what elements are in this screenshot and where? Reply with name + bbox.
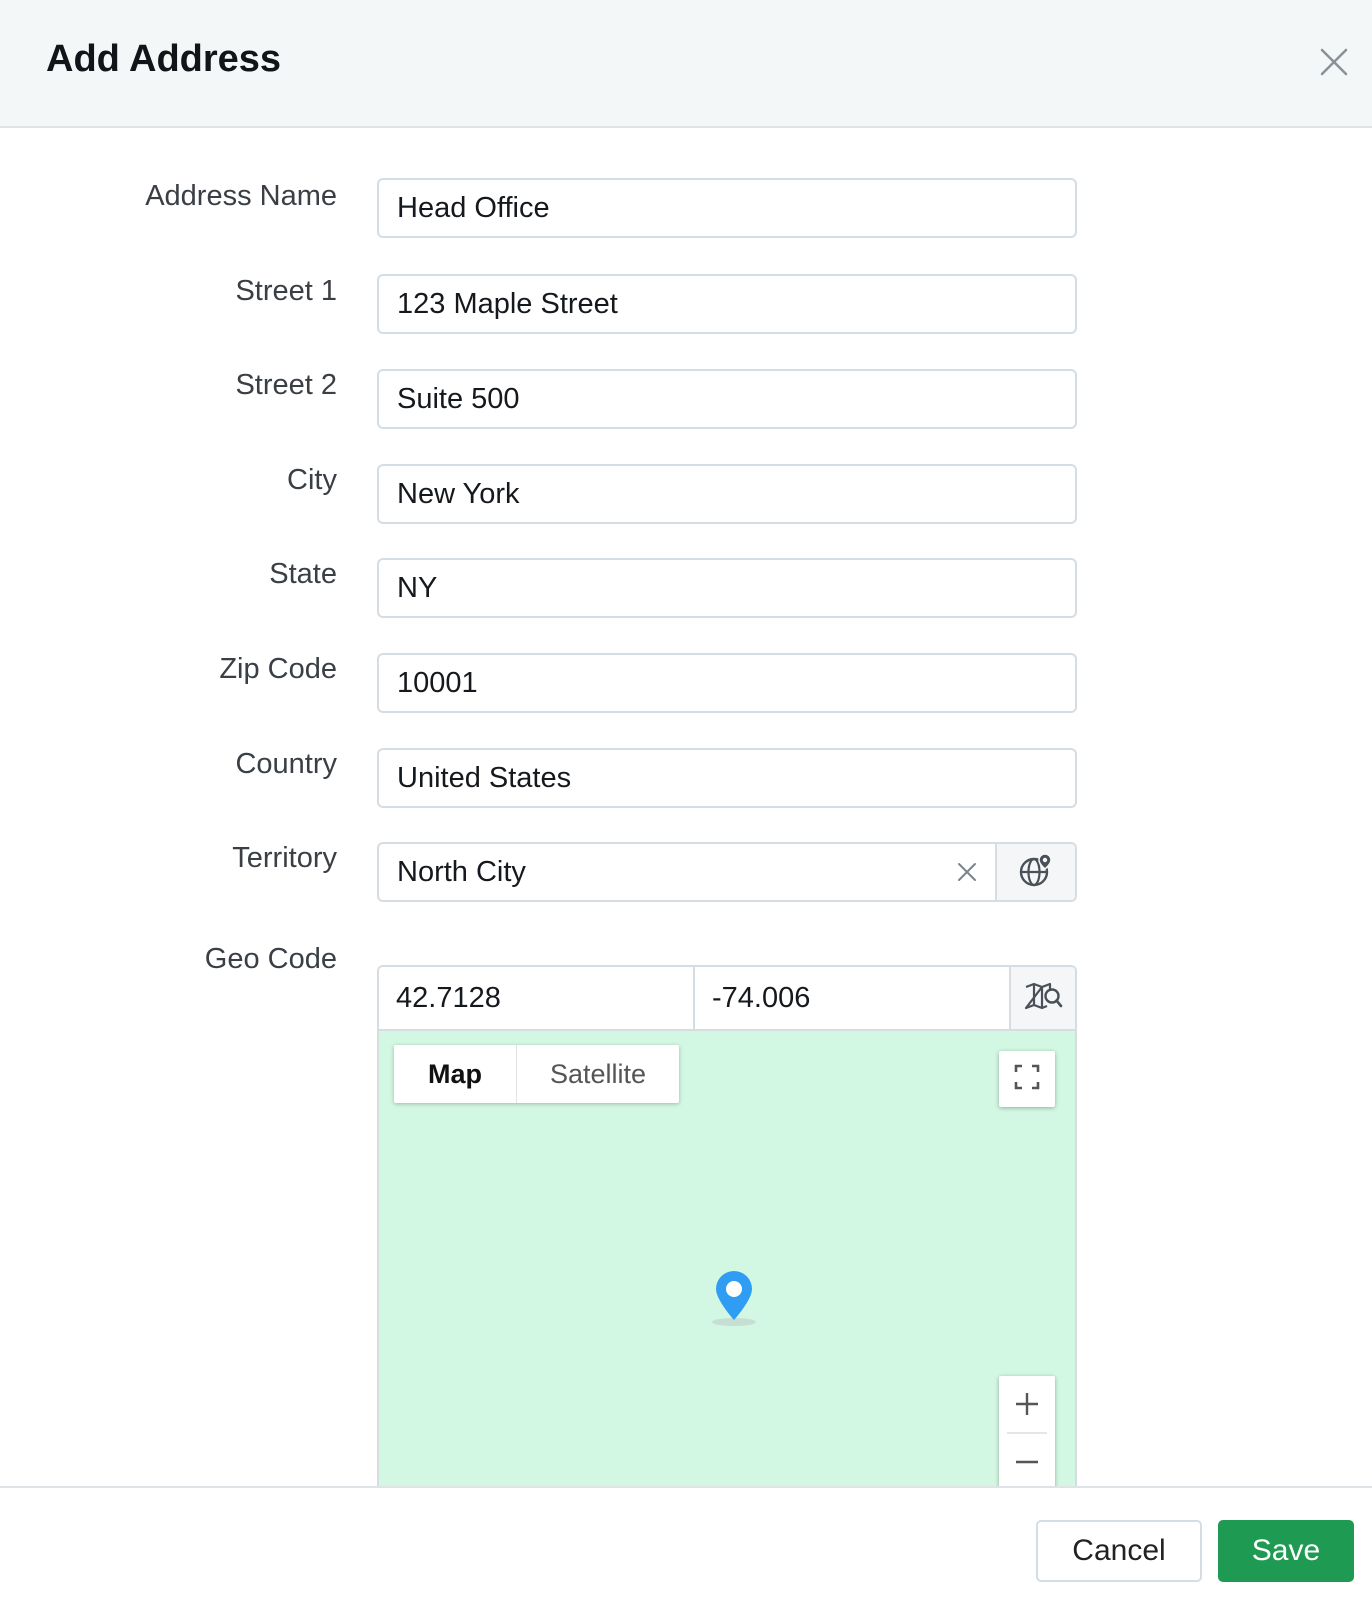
dialog-title: Add Address [46,38,282,80]
state-value: NY [397,572,438,604]
geo-code-inputs: 42.7128 -74.006 [379,967,1075,1031]
zip-code-label: Zip Code [219,653,337,685]
city-field[interactable]: New York [377,464,1077,524]
territory-label: Territory [232,842,337,874]
map-search-icon [1023,979,1063,1018]
geo-code-box: 42.7128 -74.006 Map Satellite [377,965,1077,1486]
street1-label: Street 1 [235,275,337,307]
map-pin-icon[interactable] [709,1269,759,1327]
cancel-button[interactable]: Cancel [1036,1520,1202,1582]
zip-code-value: 10001 [397,667,478,699]
zip-code-field[interactable]: 10001 [377,653,1077,713]
geo-search-button[interactable] [1011,967,1075,1029]
street2-label: Street 2 [235,369,337,401]
country-value: United States [397,762,572,794]
latitude-value: 42.7128 [396,982,501,1014]
longitude-field[interactable]: -74.006 [695,967,1011,1029]
longitude-value: -74.006 [712,982,811,1014]
dialog-header: Add Address [0,0,1372,128]
zoom-controls [999,1376,1055,1486]
map-view[interactable]: Map Satellite [379,1031,1075,1486]
geo-code-label: Geo Code [204,943,337,975]
street1-value: 123 Maple Street [397,288,618,320]
street2-value: Suite 500 [397,383,520,415]
address-name-value: Head Office [397,192,550,224]
zoom-out-button[interactable] [999,1434,1055,1486]
territory-field[interactable]: North City [377,842,1077,902]
fullscreen-icon [1013,1063,1041,1096]
city-value: New York [397,478,520,510]
save-button[interactable]: Save [1218,1520,1354,1582]
country-label: Country [235,748,337,780]
dialog-footer: Cancel Save [0,1486,1372,1602]
fullscreen-button[interactable] [999,1051,1055,1107]
territory-value: North City [397,856,526,888]
dialog-body: Address Name Head Office Street 1 123 Ma… [0,128,1372,1486]
city-label: City [287,464,337,496]
zoom-in-button[interactable] [999,1376,1055,1432]
latitude-field[interactable]: 42.7128 [379,967,695,1029]
state-field[interactable]: NY [377,558,1077,618]
map-type-map[interactable]: Map [394,1045,516,1103]
address-name-field[interactable]: Head Office [377,178,1077,238]
map-type-toggle: Map Satellite [394,1045,680,1103]
territory-picker-button[interactable] [995,844,1075,900]
close-icon[interactable] [1316,44,1352,80]
state-label: State [269,558,337,590]
address-name-label: Address Name [145,180,337,212]
clear-icon[interactable] [955,860,979,884]
street2-field[interactable]: Suite 500 [377,369,1077,429]
add-address-dialog: Add Address Address Name Head Office Str… [0,0,1372,1602]
country-field[interactable]: United States [377,748,1077,808]
street1-field[interactable]: 123 Maple Street [377,274,1077,334]
globe-pin-icon [1017,851,1055,894]
map-type-satellite[interactable]: Satellite [516,1045,679,1103]
